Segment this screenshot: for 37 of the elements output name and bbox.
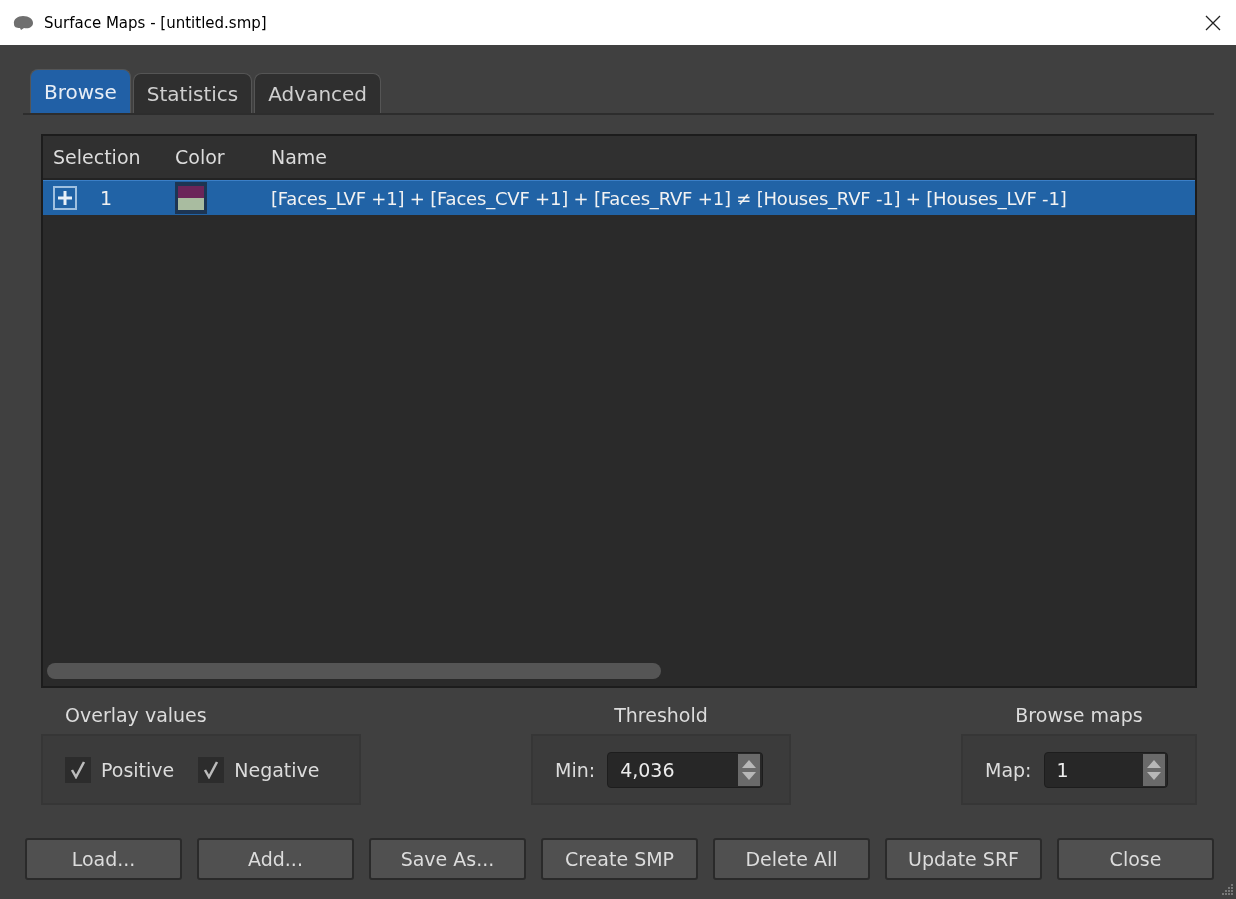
checkbox-label: Negative: [234, 758, 320, 781]
checkbox[interactable]: [65, 756, 91, 783]
field-label: Map:: [985, 758, 1032, 781]
dialog-button[interactable]: Update SRF: [885, 838, 1042, 880]
check-icon: [70, 760, 86, 779]
dialog-button[interactable]: Create SMP: [541, 838, 698, 880]
dialog-button[interactable]: Add...: [197, 838, 354, 880]
dialog-button[interactable]: Save As...: [369, 838, 526, 880]
dialog-button[interactable]: Delete All: [713, 838, 870, 880]
spin-arrows-icon[interactable]: [738, 753, 761, 786]
column-header[interactable]: Selection: [43, 146, 175, 168]
window-title: Surface Maps - [untitled.smp]: [44, 13, 268, 32]
checkbox-label: Positive: [101, 758, 175, 781]
row-index: 1: [100, 187, 113, 209]
group-title: Browse maps: [1015, 704, 1143, 728]
tab[interactable]: Advanced: [254, 73, 382, 113]
tab[interactable]: Browse: [30, 69, 131, 113]
color-swatch[interactable]: [175, 182, 207, 214]
column-header[interactable]: Name: [265, 146, 1195, 168]
group-title: Overlay values: [64, 704, 208, 728]
dialog-button[interactable]: Load...: [25, 838, 182, 880]
spin-box[interactable]: 4,036: [607, 751, 764, 788]
field-label: Min:: [555, 758, 596, 781]
column-header[interactable]: Color: [175, 146, 265, 168]
tab[interactable]: Statistics: [132, 73, 253, 113]
check-icon: [203, 760, 220, 779]
scrollbar-thumb[interactable]: [47, 663, 661, 679]
checkbox[interactable]: [198, 756, 225, 783]
spin-box[interactable]: 1: [1043, 751, 1168, 788]
dialog-button[interactable]: Close: [1057, 838, 1214, 880]
table-row[interactable]: 1 [Faces_LVF +1] + [Faces_CVF +1] + [Faces_RVF +1] ≠ [Houses_RVF -1] + [Houses_LVF -1]: [43, 180, 1195, 215]
expand-icon[interactable]: [53, 186, 77, 210]
group-title: Threshold: [614, 704, 708, 728]
close-icon[interactable]: [1205, 14, 1221, 31]
spin-arrows-icon[interactable]: [1142, 753, 1165, 786]
map-name: [Faces_LVF +1] + [Faces_CVF +1] + [Faces_RVF +1] ≠ [Houses_RVF -1] + [Houses_LVF -1]: [271, 187, 1067, 209]
resize-grip-icon[interactable]: [1220, 883, 1234, 897]
